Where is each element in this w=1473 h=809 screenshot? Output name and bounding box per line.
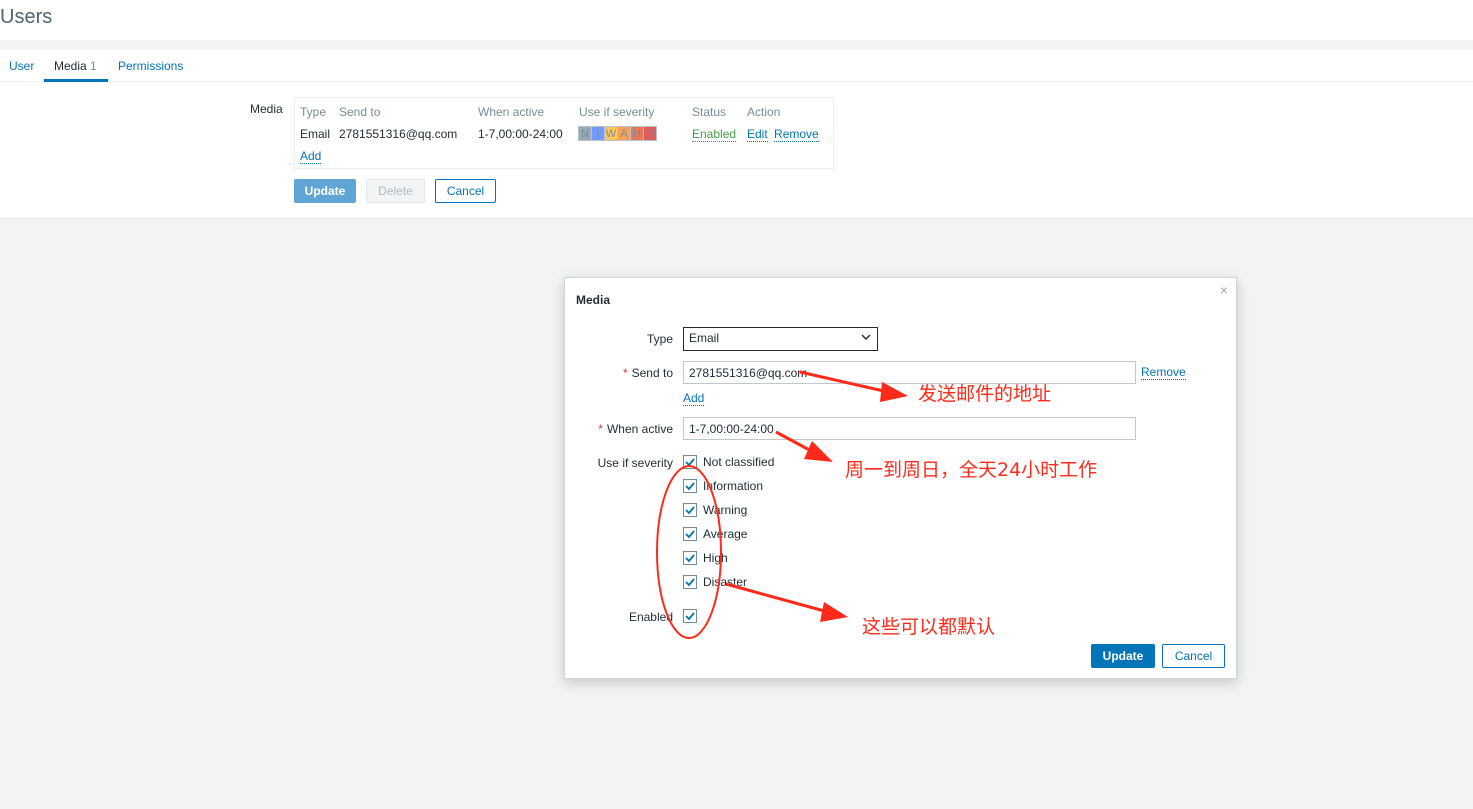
chevron-down-icon	[861, 334, 871, 340]
dialog-cancel-button[interactable]: Cancel	[1162, 644, 1225, 668]
cell-send-to: 2781551316@qq.com	[339, 127, 458, 141]
cell-type: Email	[300, 127, 331, 141]
dialog-update-button[interactable]: Update	[1091, 644, 1155, 668]
severity-information-row[interactable]: Information	[683, 478, 763, 494]
add-media-cell: Add	[300, 149, 322, 164]
severity-average-cell: A	[617, 126, 631, 141]
when-active-label-text: When active	[606, 422, 673, 436]
checkmark-icon	[685, 458, 695, 467]
type-label: Type	[646, 332, 673, 346]
severity-not-classified-cell: N	[578, 126, 592, 141]
when-active-label: * When active	[565, 422, 673, 436]
send-to-input[interactable]	[683, 361, 1136, 384]
severity-average-label: Average	[703, 527, 748, 541]
when-active-input[interactable]	[683, 417, 1136, 440]
severity-information-cell: I	[591, 126, 605, 141]
edit-link[interactable]: Edit	[747, 127, 768, 142]
send-to-label: * Send to	[565, 366, 673, 380]
severity-not-classified-row[interactable]: Not classified	[683, 454, 774, 470]
severity-high-cell: H	[630, 126, 644, 141]
update-button[interactable]: Update	[294, 179, 356, 203]
checkmark-icon	[685, 612, 695, 621]
add-send-to-link[interactable]: Add	[683, 391, 705, 406]
cell-status[interactable]: Enabled	[692, 127, 737, 142]
severity-not-classified-label: Not classified	[703, 455, 775, 469]
annotation-send-to: 发送邮件的地址	[918, 383, 1052, 405]
status-enabled-link[interactable]: Enabled	[692, 127, 737, 142]
cell-actions: Edit Remove	[747, 127, 819, 142]
delete-button[interactable]: Delete	[366, 179, 425, 203]
required-marker: *	[598, 422, 603, 436]
checkmark-icon	[685, 578, 695, 587]
col-header-when-active: When active	[478, 105, 545, 119]
severity-information-label: Information	[703, 479, 764, 493]
media-table: Type Send to When active Use if severity…	[294, 97, 834, 169]
close-icon[interactable]: ×	[1220, 282, 1228, 298]
severity-average-row[interactable]: Average	[683, 526, 747, 542]
checkmark-icon	[685, 554, 695, 563]
severity-disaster-cell: D	[643, 126, 657, 141]
media-field-label: Media	[250, 102, 283, 116]
header-spacer	[0, 40, 1473, 50]
tab-media[interactable]: Media 1	[54, 59, 97, 73]
tab-bar: User Media 1 Permissions	[0, 50, 1473, 82]
cell-when-active: 1-7,00:00-24:00	[478, 127, 563, 141]
severity-high-checkbox[interactable]	[683, 551, 697, 565]
col-header-send-to: Send to	[339, 105, 381, 119]
severity-high-row[interactable]: High	[683, 550, 728, 566]
checkmark-icon	[685, 482, 695, 491]
col-header-type: Type	[300, 105, 327, 119]
enabled-row[interactable]	[683, 608, 697, 624]
severity-not-classified-checkbox[interactable]	[683, 455, 697, 469]
add-media-link[interactable]: Add	[300, 149, 322, 164]
severity-average-checkbox[interactable]	[683, 527, 697, 541]
severity-information-checkbox[interactable]	[683, 479, 697, 493]
tab-media-count: 1	[90, 59, 97, 73]
severity-label: Use if severity	[597, 456, 673, 470]
severity-disaster-label: Disaster	[703, 575, 748, 589]
required-marker: *	[622, 366, 628, 380]
type-select-value: Email	[689, 331, 720, 345]
severity-warning-checkbox[interactable]	[683, 503, 697, 517]
col-header-status: Status	[692, 105, 727, 119]
col-header-severity: Use if severity	[579, 105, 655, 119]
severity-high-label: High	[703, 551, 728, 565]
enabled-label: Enabled	[628, 610, 673, 624]
remove-send-to-link[interactable]: Remove	[1141, 365, 1186, 380]
severity-warning-row[interactable]: Warning	[683, 502, 747, 518]
checkmark-icon	[685, 530, 695, 539]
page-header: Users	[0, 0, 1473, 40]
severity-disaster-row[interactable]: Disaster	[683, 574, 747, 590]
severity-warning-label: Warning	[703, 503, 748, 517]
dialog-title: Media	[576, 293, 611, 307]
send-to-label-text: Send to	[631, 366, 673, 380]
checkmark-icon	[685, 506, 695, 515]
page-title: Users	[0, 6, 53, 28]
media-form: Media Type Send to When active Use if se…	[0, 82, 1473, 219]
remove-link[interactable]: Remove	[774, 127, 819, 142]
severity-disaster-checkbox[interactable]	[683, 575, 697, 589]
type-select[interactable]: Email	[683, 327, 878, 351]
severity-indicator: N I W A H D	[578, 126, 657, 141]
enabled-checkbox[interactable]	[683, 609, 697, 623]
tab-user[interactable]: User	[9, 59, 34, 73]
col-header-action: Action	[747, 105, 781, 119]
tab-media-label: Media	[54, 59, 87, 73]
annotation-when-active: 周一到周日，全天24小时工作	[845, 459, 1098, 481]
severity-warning-cell: W	[604, 126, 618, 141]
annotation-defaults: 这些可以都默认	[862, 616, 996, 638]
cancel-button[interactable]: Cancel	[435, 179, 496, 203]
tab-permissions[interactable]: Permissions	[118, 59, 183, 73]
